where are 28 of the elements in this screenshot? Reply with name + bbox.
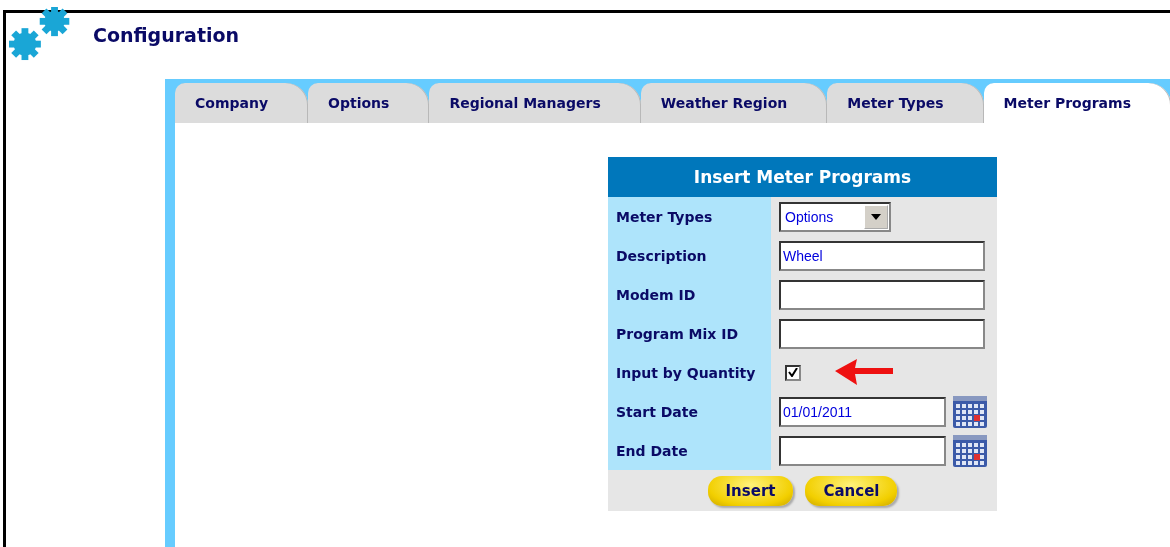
tab[interactable]: Options — [308, 83, 430, 123]
field-label: Description — [608, 236, 771, 275]
field-label: End Date — [608, 431, 771, 470]
caret-icon — [871, 213, 881, 220]
tab[interactable]: Meter Types — [827, 83, 984, 123]
form-title: Insert Meter Programs — [608, 157, 997, 197]
tab[interactable]: Company — [175, 83, 309, 123]
field-label: Modem ID — [608, 275, 771, 314]
field-label: Program Mix ID — [608, 314, 771, 353]
date-field[interactable]: 01/01/2011 — [779, 396, 946, 427]
text-field[interactable]: Wheel — [779, 240, 985, 271]
field-label: Start Date — [608, 392, 771, 431]
cancel-button[interactable]: Cancel — [805, 476, 898, 506]
tab[interactable]: Meter Programs — [983, 83, 1170, 123]
text-field[interactable] — [779, 279, 985, 310]
page-title: Configuration — [93, 24, 240, 46]
field-label: Input by Quantity — [608, 353, 771, 392]
insert-button[interactable]: Insert — [707, 476, 794, 506]
field-label: Meter Types — [608, 197, 771, 236]
text-field[interactable] — [779, 318, 985, 349]
checkbox[interactable] — [785, 364, 801, 381]
date-field[interactable] — [779, 435, 946, 466]
tab[interactable]: Regional Managers — [429, 83, 641, 123]
calendar-icon[interactable] — [952, 433, 988, 468]
calendar-icon[interactable] — [952, 394, 988, 429]
checkmark-icon — [788, 368, 798, 377]
meter-types-select[interactable]: Options — [779, 201, 891, 232]
tab[interactable]: Weather Region — [640, 83, 828, 123]
